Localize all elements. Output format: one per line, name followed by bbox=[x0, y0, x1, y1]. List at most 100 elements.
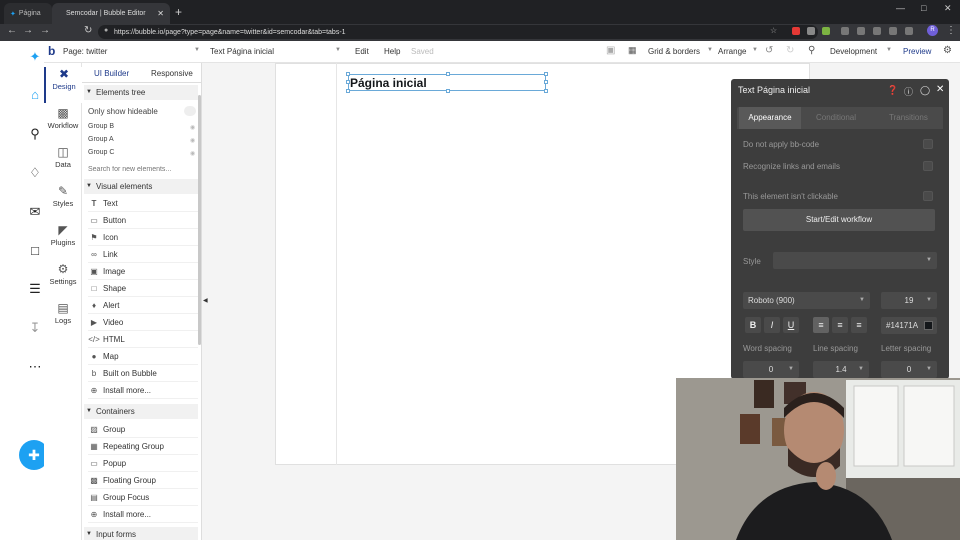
align-center-button[interactable]: ≡ bbox=[832, 317, 848, 333]
style-dropdown[interactable]: ▼ bbox=[773, 252, 937, 269]
extension-icon[interactable] bbox=[889, 27, 897, 35]
palette-item-group-focus[interactable]: ▤ Group Focus bbox=[88, 489, 198, 506]
extension-icon[interactable] bbox=[841, 27, 849, 35]
new-tab-icon[interactable]: + bbox=[175, 5, 182, 19]
tree-item[interactable]: Group B bbox=[88, 123, 114, 130]
underline-button[interactable]: U bbox=[783, 317, 799, 333]
palette-item-install-more[interactable]: ⊕ Install more... bbox=[88, 382, 198, 399]
palette-item-popup[interactable]: ▭ Popup bbox=[88, 455, 198, 472]
help-menu[interactable]: Help bbox=[384, 47, 400, 56]
resize-handle[interactable] bbox=[446, 72, 450, 76]
resize-handle[interactable] bbox=[544, 80, 548, 84]
profile-avatar[interactable]: R bbox=[927, 25, 938, 36]
visual-elements-header[interactable]: ▼ Visual elements bbox=[84, 179, 198, 194]
palette-item-image[interactable]: ▣ Image bbox=[88, 263, 198, 280]
align-right-button[interactable]: ≡ bbox=[851, 317, 867, 333]
tab-plugins[interactable]: ◤ Plugins bbox=[44, 223, 82, 259]
extension-icon[interactable] bbox=[822, 27, 830, 35]
color-input[interactable]: #14171A bbox=[881, 317, 937, 334]
palette-item-html[interactable]: </> HTML bbox=[88, 331, 198, 348]
italic-button[interactable]: I bbox=[764, 317, 780, 333]
resize-handle[interactable] bbox=[544, 72, 548, 76]
eye-icon[interactable]: ◉ bbox=[190, 137, 195, 144]
grid-borders-menu[interactable]: Grid & borders bbox=[648, 47, 700, 56]
palette-item-text[interactable]: T Text bbox=[88, 195, 198, 212]
settings-gear-icon[interactable]: ⚙ bbox=[943, 45, 952, 56]
forward-icon[interactable]: → bbox=[23, 25, 33, 36]
containers-header[interactable]: ▼ Containers bbox=[84, 404, 198, 419]
palette-item-icon[interactable]: ⚑ Icon bbox=[88, 229, 198, 246]
more-icon[interactable]: ⋯ bbox=[26, 359, 44, 377]
menu-icon[interactable]: ⋮ bbox=[946, 25, 956, 36]
font-dropdown[interactable]: Roboto (900) ▼ bbox=[743, 292, 870, 309]
page-selector[interactable]: Page: twitter bbox=[63, 47, 107, 56]
tab-transitions[interactable]: Transitions bbox=[889, 113, 928, 122]
arrange-menu[interactable]: Arrange bbox=[718, 47, 746, 56]
palette-item-floating-group[interactable]: ▩ Floating Group bbox=[88, 472, 198, 489]
tab-responsive[interactable]: Responsive bbox=[151, 69, 193, 78]
bubble-logo-icon[interactable]: b bbox=[48, 44, 55, 58]
lists-icon[interactable]: ☰ bbox=[26, 281, 44, 299]
info-icon[interactable]: ⓘ bbox=[904, 85, 913, 98]
extension-icon[interactable] bbox=[873, 27, 881, 35]
input-forms-header[interactable]: ▼ Input forms bbox=[84, 527, 198, 540]
selected-text-element[interactable]: Página inicial bbox=[350, 76, 427, 90]
line-spacing-input[interactable]: 1.4 ▼ bbox=[813, 361, 869, 378]
hideable-toggle[interactable] bbox=[184, 106, 196, 116]
edit-menu[interactable]: Edit bbox=[355, 47, 369, 56]
extension-icon[interactable] bbox=[857, 27, 865, 35]
word-spacing-input[interactable]: 0 ▼ bbox=[743, 361, 799, 378]
redo-icon[interactable]: ↻ bbox=[786, 45, 794, 56]
letter-spacing-input[interactable]: 0 ▼ bbox=[881, 361, 937, 378]
undo-icon[interactable]: ↺ bbox=[765, 45, 773, 56]
close-icon[interactable]: ✕ bbox=[936, 84, 944, 95]
start-edit-workflow-button[interactable]: Start/Edit workflow bbox=[743, 209, 935, 231]
close-tab-icon[interactable]: ✕ bbox=[157, 9, 164, 18]
search-elements-input[interactable] bbox=[88, 162, 198, 176]
url-input[interactable]: ● https://bubble.io/page?type=page&name=… bbox=[98, 25, 818, 39]
development-selector[interactable]: Development bbox=[830, 47, 877, 56]
color-swatch[interactable] bbox=[924, 321, 933, 330]
tab-design[interactable]: ✖ Design bbox=[44, 67, 82, 103]
forward-arrow-icon[interactable]: → bbox=[40, 25, 50, 36]
home-icon[interactable]: ⌂ bbox=[26, 87, 44, 105]
palette-item-map[interactable]: ● Map bbox=[88, 348, 198, 365]
bbcode-checkbox[interactable] bbox=[923, 139, 933, 149]
palette-item-shape[interactable]: □ Shape bbox=[88, 280, 198, 297]
gift-icon[interactable]: ▣ bbox=[606, 45, 615, 56]
minimize-icon[interactable]: — bbox=[896, 3, 905, 13]
palette-item-repeating-group[interactable]: ▦ Repeating Group bbox=[88, 438, 198, 455]
tab-conditional[interactable]: Conditional bbox=[816, 113, 856, 122]
tab-workflow[interactable]: ▩ Workflow bbox=[44, 106, 82, 142]
download-icon[interactable]: ↧ bbox=[26, 320, 44, 338]
messages-icon[interactable]: ✉ bbox=[26, 204, 44, 222]
preview-button[interactable]: Preview bbox=[903, 47, 931, 56]
tab-ui-builder[interactable]: UI Builder bbox=[94, 69, 129, 78]
elements-tree-header[interactable]: ▼ Elements tree bbox=[84, 85, 198, 100]
tab-styles[interactable]: ✎ Styles bbox=[44, 184, 82, 220]
palette-item-video[interactable]: ▶ Video bbox=[88, 314, 198, 331]
star-icon[interactable]: ☆ bbox=[770, 26, 777, 35]
font-size-dropdown[interactable]: 19 ▼ bbox=[881, 292, 937, 309]
tab-twitter-page[interactable]: ✦ Página bbox=[4, 3, 52, 24]
tab-bubble-editor[interactable]: Semcodar | Bubble Editor ✕ bbox=[52, 3, 170, 24]
tab-data[interactable]: ◫ Data bbox=[44, 145, 82, 181]
tab-appearance[interactable]: Appearance bbox=[739, 107, 801, 129]
not-clickable-checkbox[interactable] bbox=[923, 191, 933, 201]
extension-icon[interactable] bbox=[807, 27, 815, 35]
palette-item-group[interactable]: ▨ Group bbox=[88, 421, 198, 438]
collapse-arrow-icon[interactable]: ◀ bbox=[203, 297, 208, 304]
bookmarks-icon[interactable]: □ bbox=[26, 243, 44, 261]
twitter-logo-icon[interactable]: ✦ bbox=[26, 49, 44, 67]
element-selector[interactable]: Text Página inicial bbox=[210, 47, 274, 56]
eye-icon[interactable]: ◉ bbox=[190, 150, 195, 157]
extension-icon[interactable] bbox=[792, 27, 800, 35]
palette-item-built-on-bubble[interactable]: b Built on Bubble bbox=[88, 365, 198, 382]
bold-button[interactable]: B bbox=[745, 317, 761, 333]
tab-logs[interactable]: ▤ Logs bbox=[44, 301, 82, 337]
recognize-links-checkbox[interactable] bbox=[923, 161, 933, 171]
reload-icon[interactable]: ↻ bbox=[84, 25, 92, 36]
back-icon[interactable]: ← bbox=[7, 25, 17, 36]
palette-scrollbar[interactable] bbox=[198, 95, 201, 345]
explore-icon[interactable]: ⚲ bbox=[26, 126, 44, 144]
